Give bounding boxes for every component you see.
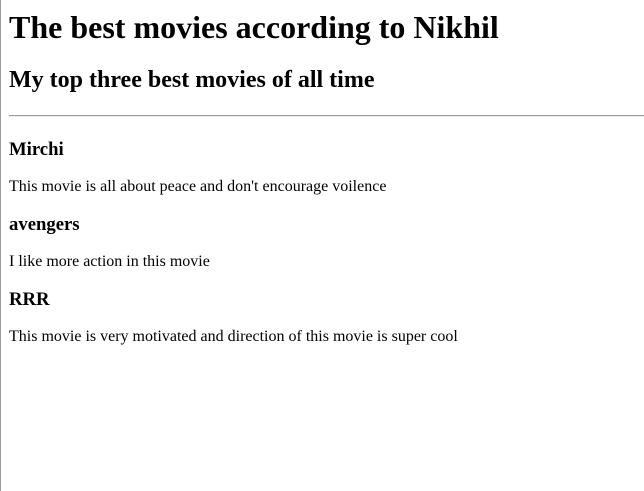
movie-list: Mirchi This movie is all about peace and… (9, 139, 644, 346)
window-left-border (0, 0, 1, 491)
page-subtitle: My top three best movies of all time (9, 67, 375, 93)
movie-item: RRR This movie is very motivated and dir… (9, 289, 644, 346)
movie-item: Mirchi This movie is all about peace and… (9, 139, 644, 196)
page-header: The best movies according to Nikhil My t… (9, 0, 644, 94)
movie-description: This movie is all about peace and don't … (9, 178, 387, 195)
movie-item: avengers I like more action in this movi… (9, 214, 644, 271)
movie-title: avengers (9, 214, 80, 235)
horizontal-divider (9, 115, 644, 117)
movie-description: This movie is very motivated and directi… (9, 328, 458, 345)
movie-title: RRR (9, 289, 50, 310)
page-title: The best movies according to Nikhil (9, 9, 499, 45)
movie-title: Mirchi (9, 139, 64, 160)
movie-description: I like more action in this movie (9, 253, 210, 270)
